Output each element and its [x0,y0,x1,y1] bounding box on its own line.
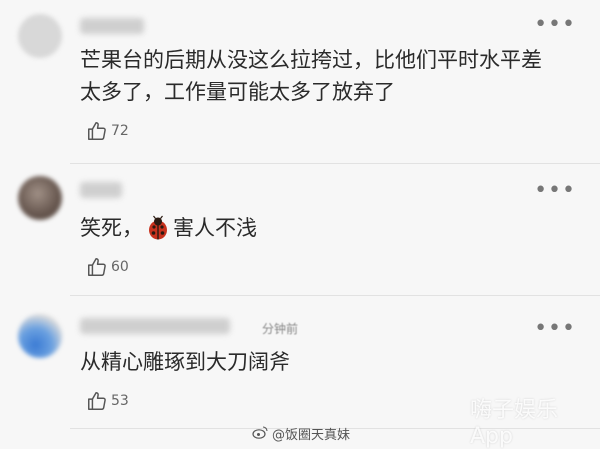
avatar[interactable] [18,14,62,58]
avatar[interactable] [18,176,62,220]
like-button[interactable]: 60 [86,256,129,278]
comment-text: 芒果台的后期从没这么拉挎过，比他们平时水平差 太多了，工作量可能太多了放弃了 [80,44,585,108]
username-blurred[interactable] [80,18,144,34]
comment-text-part: 笑死， [80,216,143,240]
comment-text-line: 太多了，工作量可能太多了放弃了 [80,80,395,104]
username-blurred[interactable] [80,318,230,334]
more-options-button[interactable]: ••• [534,318,576,340]
thumbs-up-icon [86,120,108,142]
like-count: 53 [111,393,129,409]
like-count: 60 [111,259,129,275]
time-ago: 分钟前 [262,322,299,336]
like-button[interactable]: 72 [86,120,129,142]
like-button[interactable]: 53 [86,390,129,412]
more-options-button[interactable]: ••• [534,14,576,36]
weibo-handle: @饭圈天真妹 [272,428,351,443]
comment-text: 从精心雕琢到大刀阔斧 [80,350,290,374]
divider [70,163,600,164]
username-blurred[interactable] [80,182,122,198]
thumbs-up-icon [86,390,108,412]
comment-text-line: 芒果台的后期从没这么拉挎过，比他们平时水平差 [80,48,542,72]
like-count: 72 [111,123,129,139]
comment-text-part: 害人不浅 [173,216,257,240]
weibo-watermark: @饭圈天真妹 [252,424,350,443]
divider [70,295,600,296]
app-watermark: 嗨子娱乐App [470,398,559,449]
avatar[interactable] [18,314,62,358]
ladybug-icon [145,215,171,241]
weibo-icon [252,425,268,443]
thumbs-up-icon [86,256,108,278]
comment-text: 笑死， 害人不浅 [80,212,585,244]
more-options-button[interactable]: ••• [534,180,576,202]
